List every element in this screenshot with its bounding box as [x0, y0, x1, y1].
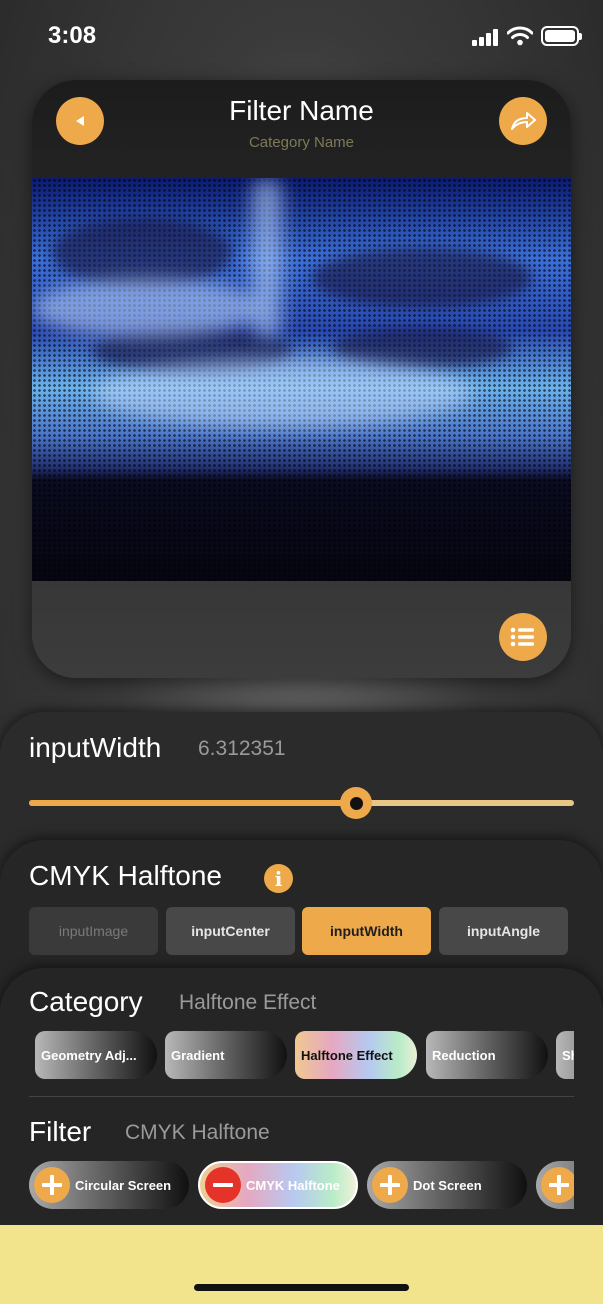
param-button-inputcenter[interactable]: inputCenter	[166, 907, 295, 955]
filter-list[interactable]: Circular Screen CMYK Halftone Dot Screen	[29, 1161, 574, 1211]
filter-chip-selected[interactable]: CMYK Halftone	[198, 1161, 358, 1209]
status-bar: 3:08	[0, 0, 603, 72]
filter-chip[interactable]: Circular Screen	[29, 1161, 189, 1209]
preview-card: Filter Name Category Name	[32, 80, 571, 678]
wifi-icon	[507, 26, 533, 46]
param-button-inputimage[interactable]: inputImage	[29, 907, 158, 955]
filter-title: CMYK Halftone	[29, 860, 222, 891]
home-indicator[interactable]	[194, 1284, 409, 1291]
filtered-image-preview	[32, 178, 571, 581]
filter-name-title: Filter Name	[229, 95, 374, 126]
add-icon[interactable]	[541, 1167, 574, 1203]
category-list[interactable]: Geometry Adj... Gradient Halftone Effect…	[29, 1031, 574, 1079]
selected-category: Halftone Effect	[179, 991, 317, 1014]
category-chip-selected[interactable]: Halftone Effect	[295, 1031, 417, 1079]
cellular-signal-icon	[472, 28, 498, 46]
category-chip[interactable]: Sh	[556, 1031, 574, 1079]
list-menu-icon	[510, 627, 534, 647]
filter-chip[interactable]: Dot Screen	[367, 1161, 527, 1209]
share-icon	[511, 112, 536, 130]
value-slider[interactable]	[29, 787, 574, 819]
filter-chip-label: CMYK Halftone	[246, 1177, 340, 1193]
selected-filter: CMYK Halftone	[125, 1121, 270, 1144]
category-chip[interactable]: Gradient	[165, 1031, 287, 1079]
parameter-label: inputWidth	[29, 732, 162, 763]
filter-chip[interactable]	[536, 1161, 574, 1209]
category-chip[interactable]: Geometry Adj...	[35, 1031, 157, 1079]
remove-icon[interactable]	[205, 1167, 241, 1203]
bottom-bar	[0, 1225, 603, 1304]
divider	[29, 1096, 574, 1097]
slider-fill	[29, 800, 356, 806]
battery-icon	[541, 26, 582, 46]
param-button-inputwidth[interactable]: inputWidth	[302, 907, 431, 955]
add-icon[interactable]	[34, 1167, 70, 1203]
filter-chip-label: Dot Screen	[413, 1177, 482, 1193]
info-icon[interactable]: i	[264, 864, 293, 893]
filter-chip-label: Circular Screen	[75, 1177, 172, 1193]
status-time: 3:08	[48, 22, 97, 49]
category-chip[interactable]: Reduction	[426, 1031, 548, 1079]
add-icon[interactable]	[372, 1167, 408, 1203]
param-button-inputangle[interactable]: inputAngle	[439, 907, 568, 955]
slider-thumb[interactable]	[340, 787, 372, 819]
share-button[interactable]	[499, 97, 547, 145]
category-name-subtitle: Category Name	[248, 134, 355, 151]
filter-label: Filter	[29, 1116, 92, 1147]
parameter-value: 6.312351	[198, 737, 286, 760]
menu-button[interactable]	[499, 613, 547, 661]
category-label: Category	[29, 986, 143, 1017]
